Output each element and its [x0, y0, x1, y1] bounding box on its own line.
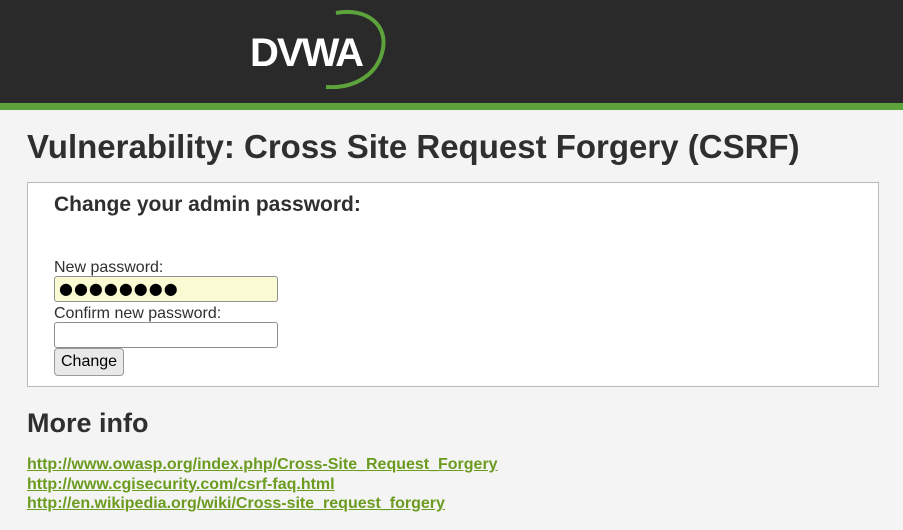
- form-heading: Change your admin password:: [54, 193, 361, 216]
- link-cgisecurity-csrf-faq[interactable]: http://www.cgisecurity.com/csrf-faq.html: [27, 475, 876, 495]
- more-info-links: http://www.owasp.org/index.php/Cross-Sit…: [27, 455, 876, 514]
- confirm-password-label: Confirm new password:: [54, 305, 222, 322]
- link-owasp-csrf[interactable]: http://www.owasp.org/index.php/Cross-Sit…: [27, 455, 876, 475]
- change-button[interactable]: Change: [54, 348, 125, 376]
- main-content: Vulnerability: Cross Site Request Forger…: [0, 127, 903, 514]
- page-title: Vulnerability: Cross Site Request Forger…: [27, 128, 800, 165]
- csrf-form-box: Change your admin password: New password…: [27, 182, 879, 387]
- svg-text:DVWA: DVWA: [250, 31, 363, 75]
- new-password-label: New password:: [54, 259, 164, 276]
- new-password-input[interactable]: ●●●●●●●●: [54, 276, 278, 302]
- dvwa-logo: DVWA: [250, 9, 386, 89]
- link-wikipedia-csrf[interactable]: http://en.wikipedia.org/wiki/Cross-site_…: [27, 494, 876, 514]
- top-header: DVWA: [0, 0, 903, 110]
- more-info-heading: More info: [27, 408, 149, 438]
- confirm-password-input[interactable]: [54, 322, 278, 348]
